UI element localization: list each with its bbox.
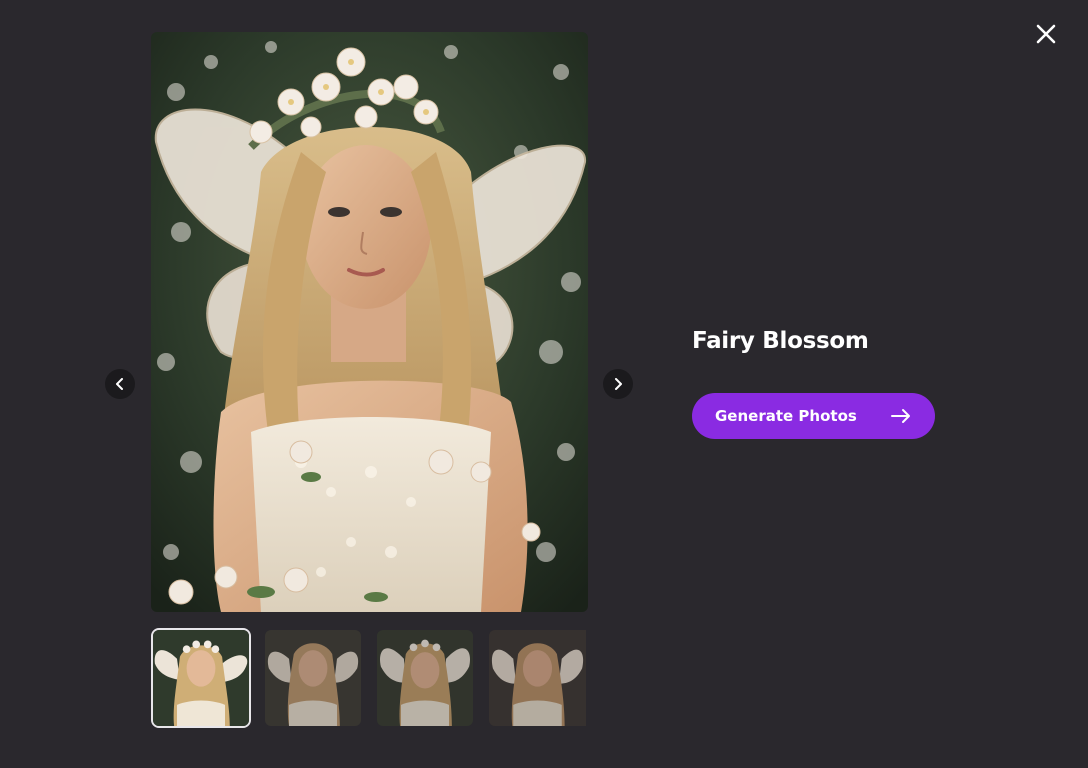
generate-photos-label: Generate Photos xyxy=(715,407,857,425)
arrow-right-icon xyxy=(891,409,910,423)
chevron-right-icon xyxy=(615,378,622,390)
close-icon xyxy=(1036,24,1056,44)
thumbnail-2[interactable] xyxy=(263,628,363,728)
style-preview-modal: Fairy Blossom Generate Photos xyxy=(0,0,1088,768)
next-image-button[interactable] xyxy=(603,369,633,399)
close-button[interactable] xyxy=(1030,18,1062,50)
generate-photos-button[interactable]: Generate Photos xyxy=(692,393,935,439)
main-preview-image xyxy=(151,32,588,612)
style-title: Fairy Blossom xyxy=(692,328,869,354)
previous-image-button[interactable] xyxy=(105,369,135,399)
chevron-left-icon xyxy=(116,378,123,390)
thumbnail-3[interactable] xyxy=(375,628,475,728)
thumbnail-strip xyxy=(151,628,588,728)
thumbnail-1[interactable] xyxy=(151,628,251,728)
thumbnail-4[interactable] xyxy=(487,628,588,728)
